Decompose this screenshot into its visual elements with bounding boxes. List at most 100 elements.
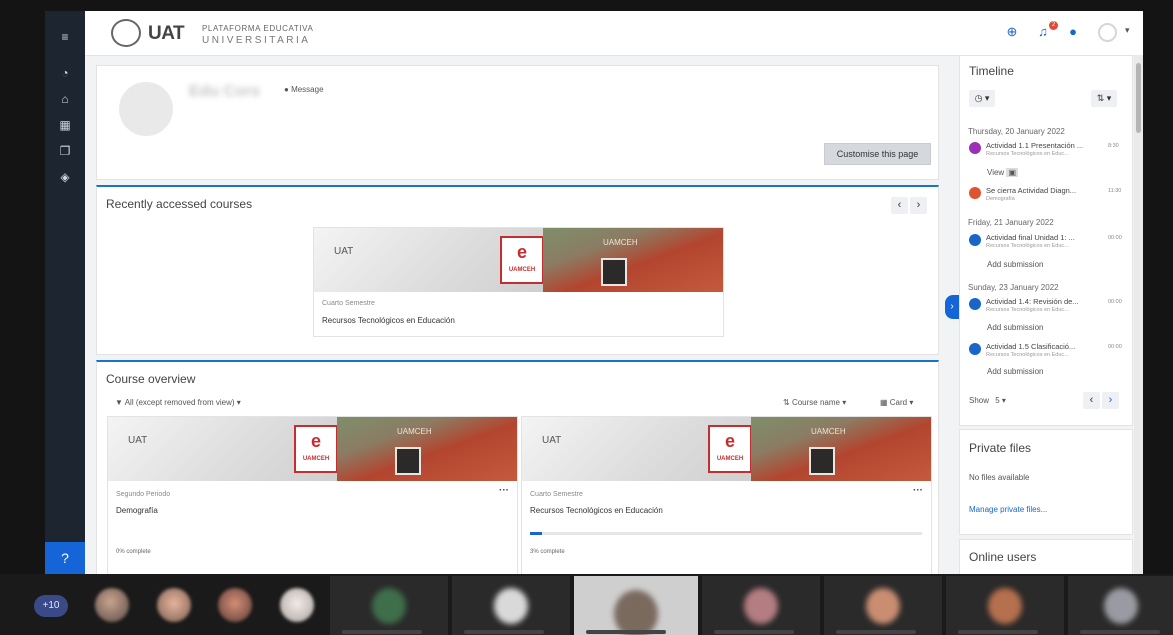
participant-name xyxy=(836,630,916,634)
participant-avatar[interactable] xyxy=(157,588,191,622)
event-action[interactable]: View ▣ xyxy=(987,168,1018,177)
event-time: 00:00 xyxy=(1108,344,1122,350)
event-title[interactable]: Se cierra Actividad Diagn... xyxy=(986,186,1076,195)
course-category: Cuarto Semestre xyxy=(322,300,375,307)
sort-dropdown[interactable]: ⇅ Course name ▾ xyxy=(783,398,846,407)
page-scrollbar[interactable] xyxy=(1134,55,1143,574)
top-navbar: UAT PLATAFORMA EDUCATIVA UNIVERSITARIA ⊕… xyxy=(85,11,1143,56)
uat-logo-icon[interactable] xyxy=(111,19,141,47)
event-action[interactable]: Add submission xyxy=(987,323,1043,332)
event-title[interactable]: Actividad 1.4: Revisión de... xyxy=(986,297,1079,306)
more-actions-icon[interactable]: ··· xyxy=(913,485,923,496)
participant-name xyxy=(714,630,794,634)
participant-video xyxy=(494,588,528,624)
course-name[interactable]: Demografía xyxy=(116,506,158,515)
clock-filter-icon[interactable]: ◷ ▾ xyxy=(969,90,995,107)
block-title: Course overview xyxy=(106,372,196,386)
chat-bubble-icon: ● xyxy=(284,85,292,94)
courses-icon[interactable]: ◈ xyxy=(57,169,73,185)
recent-course-card[interactable]: UAT e UAMCEH UAMCEH Cuarto Semestre Recur… xyxy=(313,227,724,337)
event-course: Recursos Tecnológicos en Educ... xyxy=(986,352,1069,358)
participant-tile-active[interactable] xyxy=(574,576,698,635)
participant-tile[interactable] xyxy=(330,576,448,635)
filter-dropdown[interactable]: ▼ All (except removed from view) ▾ xyxy=(115,398,241,407)
progress-bar xyxy=(530,532,922,535)
shield-letter: e xyxy=(516,242,527,262)
progress-bar-fill xyxy=(530,532,542,535)
message-link[interactable]: ● Message xyxy=(284,85,324,94)
calendar-icon[interactable]: ▦ xyxy=(57,117,73,133)
home-icon[interactable]: ⌂ xyxy=(57,91,73,107)
event-course: Recursos Tecnológicos en Educ... xyxy=(986,243,1069,249)
files-icon[interactable]: ❐ xyxy=(57,143,73,159)
building-photo: UAMCEH xyxy=(751,417,931,481)
block-title: Private files xyxy=(969,441,1032,455)
event-time: 11:30 xyxy=(1108,188,1122,194)
customise-page-button[interactable]: Customise this page xyxy=(824,143,931,165)
block-title: Recently accessed courses xyxy=(106,197,253,211)
dashboard-icon[interactable]: ◔ xyxy=(57,65,73,81)
event-time: 8:30 xyxy=(1108,143,1119,149)
participant-avatar[interactable] xyxy=(95,588,129,622)
event-time: 00:00 xyxy=(1108,235,1122,241)
course-card[interactable]: UAT e UAMCEH UAMCEH Segundo Periodo Demog… xyxy=(107,416,518,574)
view-dropdown[interactable]: ▦ Card ▾ xyxy=(880,398,913,407)
avatar xyxy=(119,82,173,136)
drawer-toggle-icon[interactable]: › xyxy=(945,295,959,319)
recently-accessed-block: Recently accessed courses ‹ › UAT e UAMCE… xyxy=(96,185,939,355)
participant-avatar[interactable] xyxy=(280,588,314,622)
more-actions-icon[interactable]: ··· xyxy=(499,485,509,496)
logo-text[interactable]: UAT xyxy=(148,23,185,45)
scrollbar-thumb[interactable] xyxy=(1136,63,1141,133)
user-avatar-icon[interactable] xyxy=(1098,23,1117,42)
event-title[interactable]: Actividad final Unidad 1: ... xyxy=(986,233,1075,242)
shield-letter: e xyxy=(310,431,321,451)
chevron-left-icon[interactable]: ‹ xyxy=(891,197,908,214)
participant-avatar[interactable] xyxy=(218,588,252,622)
event-time: 00:00 xyxy=(1108,299,1122,305)
event-title[interactable]: Actividad 1.5 Clasificació... xyxy=(986,342,1075,351)
user-menu-caret[interactable]: ▾ xyxy=(1125,25,1130,36)
event-action-label: View xyxy=(987,168,1005,177)
chevron-right-icon[interactable]: › xyxy=(1102,392,1119,409)
assignment-icon xyxy=(969,142,981,154)
chat-icon[interactable]: ● xyxy=(1065,24,1081,40)
chevron-left-icon[interactable]: ‹ xyxy=(1083,392,1100,409)
shield-caption: UAMCEH xyxy=(508,267,536,273)
left-nav-drawer: ≡ ◔ ⌂ ▦ ❐ ◈ ? xyxy=(45,11,85,574)
manage-files-link[interactable]: Manage private files... xyxy=(969,505,1047,514)
banner-logo: UAT xyxy=(542,435,562,446)
event-action[interactable]: Add submission xyxy=(987,367,1043,376)
participant-name xyxy=(464,630,544,634)
globe-icon[interactable]: ⊕ xyxy=(1004,24,1020,40)
building-photo: UAMCEH xyxy=(543,228,723,292)
event-action[interactable]: Add submission xyxy=(987,260,1043,269)
participant-tile[interactable] xyxy=(702,576,820,635)
participant-video xyxy=(866,588,900,624)
building-door xyxy=(809,447,835,475)
sort-timeline-icon[interactable]: ⇅ ▾ xyxy=(1091,90,1117,107)
banner-logo: UAT xyxy=(334,246,354,257)
participant-tile[interactable] xyxy=(1068,576,1173,635)
course-name[interactable]: Recursos Tecnológicos en Educación xyxy=(322,316,455,325)
show-selector[interactable]: Show 5 ▾ xyxy=(969,396,1006,405)
more-participants-button[interactable]: +10 xyxy=(34,595,68,617)
menu-icon[interactable]: ≡ xyxy=(57,29,73,45)
view-icon: ▣ xyxy=(1006,168,1018,177)
private-files-block: Private files No files available Manage … xyxy=(959,429,1133,535)
message-label: Message xyxy=(291,85,324,94)
participant-tile[interactable] xyxy=(946,576,1064,635)
participant-video xyxy=(614,590,658,635)
building-sign: UAMCEH xyxy=(603,238,638,247)
chevron-right-icon[interactable]: › xyxy=(910,197,927,214)
timeline-date: Sunday, 23 January 2022 xyxy=(968,283,1059,292)
event-title[interactable]: Actividad 1.1 Presentación ... xyxy=(986,141,1083,150)
quiz-icon xyxy=(969,187,981,199)
moodle-window: ≡ ◔ ⌂ ▦ ❐ ◈ ? UAT PLATAFORMA EDUCATIVA U… xyxy=(45,11,1143,574)
participant-tile[interactable] xyxy=(452,576,570,635)
course-name[interactable]: Recursos Tecnológicos en Educación xyxy=(530,506,663,515)
question-icon[interactable]: ? xyxy=(45,542,85,574)
right-drawer: Timeline ◷ ▾ ⇅ ▾ Thursday, 20 January 20… xyxy=(959,55,1133,574)
course-card[interactable]: UAT e UAMCEH UAMCEH Cuarto Semestre Recur… xyxy=(521,416,932,574)
participant-tile[interactable] xyxy=(824,576,942,635)
